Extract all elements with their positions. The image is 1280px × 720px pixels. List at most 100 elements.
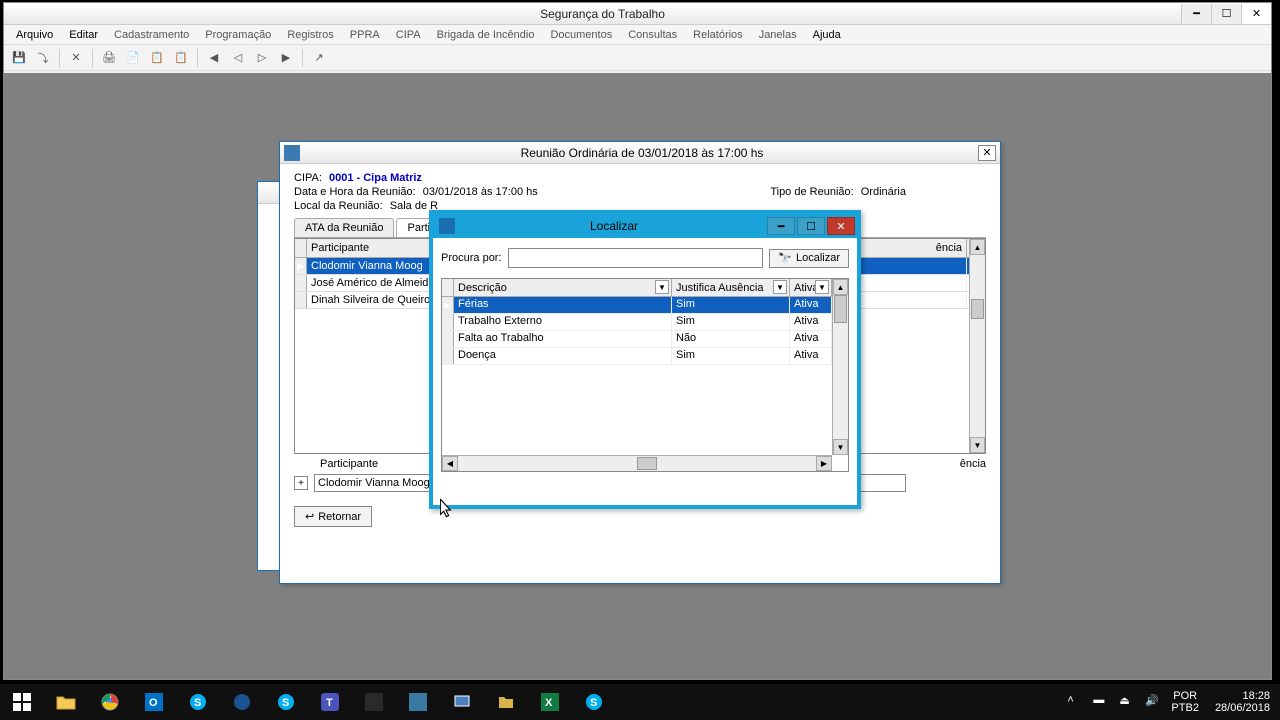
tray-up-icon[interactable]: ˄ — [1067, 694, 1083, 710]
results-hscroll[interactable]: ◀ ▶ — [442, 455, 832, 471]
next-icon[interactable]: ▷ — [251, 47, 273, 69]
result-ativa: Ativa — [790, 348, 832, 364]
menu-janelas[interactable]: Janelas — [751, 27, 805, 43]
scroll-down-icon[interactable]: ▼ — [970, 437, 985, 453]
results-vscroll[interactable]: ▲ ▼ — [832, 279, 848, 455]
menu-cadastramento[interactable]: Cadastramento — [106, 27, 197, 43]
grid-vscrollbar[interactable]: ▲ ▼ — [969, 239, 985, 453]
app1-button[interactable] — [220, 684, 264, 720]
tab-ata[interactable]: ATA da Reunião — [294, 218, 394, 237]
chrome-button[interactable] — [88, 684, 132, 720]
menu-ajuda[interactable]: Ajuda — [805, 27, 849, 43]
result-row[interactable]: Trabalho ExternoSimAtiva — [442, 314, 848, 331]
save-icon[interactable]: 💾 — [8, 47, 30, 69]
result-row[interactable]: DoençaSimAtiva — [442, 348, 848, 365]
results-desc-header[interactable]: Descrição ▼ — [454, 279, 672, 297]
svg-text:S: S — [194, 697, 201, 709]
localizar-dialog-icon — [439, 218, 455, 234]
menu-relatórios[interactable]: Relatórios — [685, 27, 751, 43]
results-scroll-up-icon[interactable]: ▲ — [833, 279, 848, 295]
teams-button[interactable]: T — [308, 684, 352, 720]
menubar: ArquivoEditarCadastramentoProgramaçãoReg… — [4, 25, 1271, 45]
skype1-button[interactable]: S — [176, 684, 220, 720]
excel-button[interactable]: X — [528, 684, 572, 720]
add-button[interactable]: + — [294, 476, 308, 490]
search-button[interactable]: 🔭 Localizar — [769, 249, 849, 268]
menu-cipa[interactable]: CIPA — [388, 27, 429, 43]
app5-button[interactable] — [484, 684, 528, 720]
result-desc: Férias — [454, 297, 672, 313]
ativa-dropdown-icon[interactable]: ▼ — [815, 280, 829, 294]
close-button[interactable]: ✕ — [1241, 4, 1271, 24]
row-indicator-icon — [442, 331, 454, 347]
first-icon[interactable]: ◀ — [203, 47, 225, 69]
app3-button[interactable] — [396, 684, 440, 720]
search-input[interactable] — [508, 248, 764, 268]
menu-brigada-de-incêndio[interactable]: Brigada de Incêndio — [429, 27, 543, 43]
absence-tail-label: ência — [960, 458, 986, 470]
svg-text:S: S — [590, 697, 597, 709]
return-icon: ↩ — [305, 510, 314, 523]
result-ativa: Ativa — [790, 331, 832, 347]
scroll-up-icon[interactable]: ▲ — [970, 239, 985, 255]
minimize-button[interactable]: ━ — [1181, 4, 1211, 24]
skype2-button[interactable]: S — [264, 684, 308, 720]
results-scroll-down-icon[interactable]: ▼ — [833, 439, 848, 455]
desc-dropdown-icon[interactable]: ▼ — [655, 280, 669, 294]
results-just-header[interactable]: Justifica Ausência ▼ — [672, 279, 790, 297]
preview-icon[interactable]: 📄 — [122, 47, 144, 69]
save-close-icon[interactable]: ⤵ — [32, 47, 54, 69]
localizar-maximize-button[interactable]: ☐ — [797, 217, 825, 235]
scroll-thumb[interactable] — [971, 299, 984, 319]
tray-eject-icon[interactable]: ⏏ — [1119, 694, 1135, 710]
result-row[interactable]: Falta ao TrabalhoNãoAtiva — [442, 331, 848, 348]
localizar-close-button[interactable]: ✕ — [827, 217, 855, 235]
paste-icon[interactable]: 📋 — [170, 47, 192, 69]
prev-icon[interactable]: ◁ — [227, 47, 249, 69]
results-ativa-header[interactable]: Ativa ▼ — [790, 279, 832, 297]
menu-registros[interactable]: Registros — [279, 27, 341, 43]
svg-text:T: T — [326, 697, 333, 709]
export-icon[interactable]: ↗ — [308, 47, 330, 69]
cipa-value: 0001 - Cipa Matriz — [329, 172, 422, 184]
explorer-button[interactable] — [44, 684, 88, 720]
tray-network-icon[interactable]: ▬ — [1093, 694, 1109, 710]
meeting-dialog-titlebar: Reunião Ordinária de 03/01/2018 às 17:00… — [280, 142, 1000, 164]
app4-button[interactable] — [440, 684, 484, 720]
menu-editar[interactable]: Editar — [61, 27, 106, 43]
results-scroll-left-icon[interactable]: ◀ — [442, 456, 458, 471]
localizar-minimize-button[interactable]: ━ — [767, 217, 795, 235]
menu-ppra[interactable]: PPRA — [342, 27, 388, 43]
language-indicator[interactable]: POR PTB2 — [1171, 690, 1199, 714]
menu-consultas[interactable]: Consultas — [620, 27, 685, 43]
results-scroll-right-icon[interactable]: ▶ — [816, 456, 832, 471]
grid-absence-header[interactable]: ência — [847, 239, 967, 257]
meeting-dialog-close-button[interactable]: ✕ — [978, 145, 996, 161]
results-grid[interactable]: Descrição ▼ Justifica Ausência ▼ Ativa ▼… — [441, 278, 849, 472]
start-button[interactable] — [0, 684, 44, 720]
last-icon[interactable]: ▶ — [275, 47, 297, 69]
background-dialog — [257, 181, 281, 571]
copy-icon[interactable]: 📋 — [146, 47, 168, 69]
generic-app-icon — [409, 693, 427, 711]
skype3-button[interactable]: S — [572, 684, 616, 720]
outlook-button[interactable]: O — [132, 684, 176, 720]
svg-text:O: O — [149, 697, 158, 709]
results-hscroll-thumb[interactable] — [637, 457, 657, 470]
return-button[interactable]: ↩ Retornar — [294, 506, 372, 527]
clock[interactable]: 18:28 28/06/2018 — [1209, 690, 1276, 714]
tray-volume-icon[interactable]: 🔊 — [1145, 694, 1161, 710]
row-indicator-icon — [295, 292, 307, 308]
results-vscroll-thumb[interactable] — [834, 295, 847, 323]
generic-app-icon — [233, 693, 251, 711]
menu-arquivo[interactable]: Arquivo — [8, 27, 61, 43]
cancel-icon[interactable]: ✕ — [65, 47, 87, 69]
app2-button[interactable] — [352, 684, 396, 720]
result-row[interactable]: ▶FériasSimAtiva — [442, 297, 848, 314]
result-desc: Doença — [454, 348, 672, 364]
just-dropdown-icon[interactable]: ▼ — [773, 280, 787, 294]
menu-documentos[interactable]: Documentos — [542, 27, 620, 43]
menu-programação[interactable]: Programação — [197, 27, 279, 43]
maximize-button[interactable]: ☐ — [1211, 4, 1241, 24]
print-icon[interactable]: 🖨 — [98, 47, 120, 69]
